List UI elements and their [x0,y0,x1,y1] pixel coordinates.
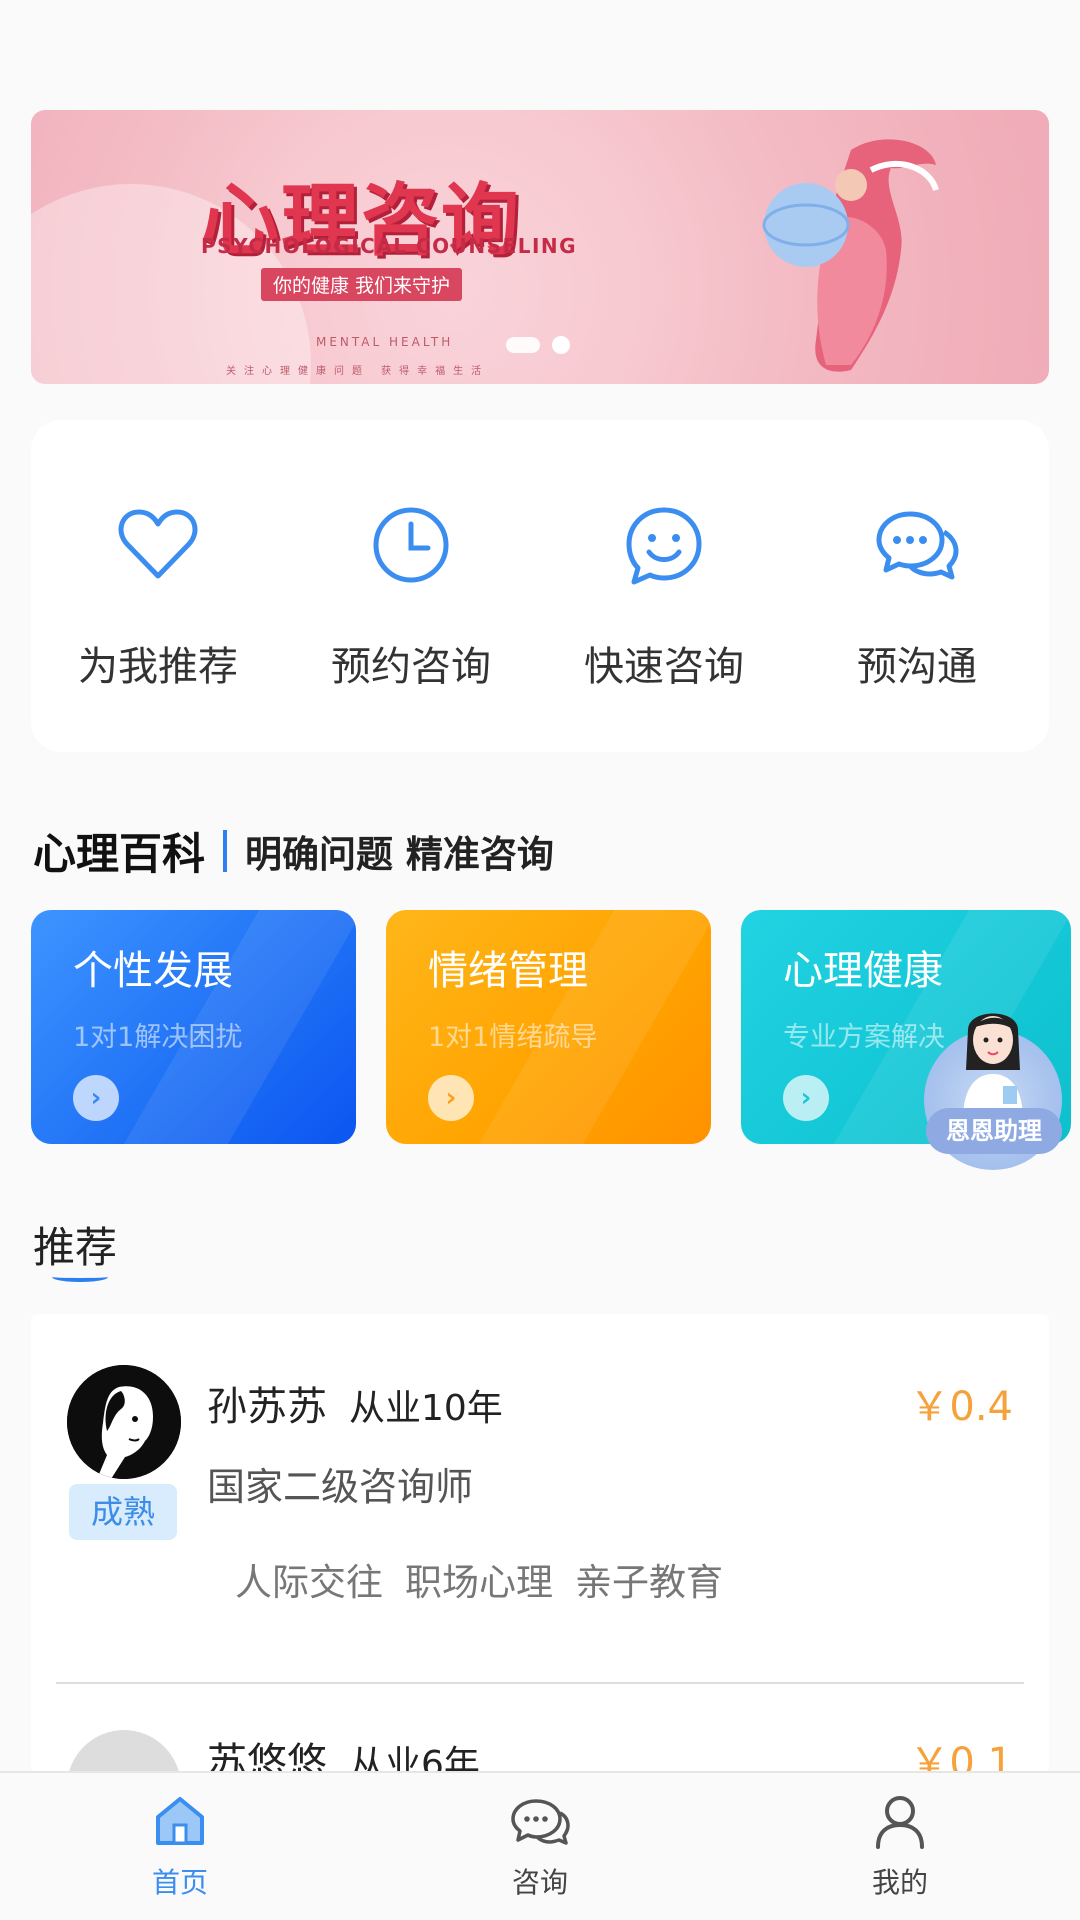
tag: 亲子教育 [575,1561,723,1604]
recommend-title: 推荐 [33,1223,118,1272]
chevron-right-icon[interactable]: › [73,1075,119,1121]
banner-dot[interactable] [552,336,570,354]
nav-home[interactable]: 首页 [120,1791,240,1901]
chevron-right-icon[interactable]: › [428,1075,474,1121]
banner-small-text: MENTAL HEALTH [316,335,454,349]
banner-tagline: 你的健康 我们来守护 [261,268,463,301]
quick-item-label: 预沟通 [857,644,977,690]
quick-item-appointment[interactable]: 预约咨询 [291,500,531,692]
nav-label: 我的 [871,1866,928,1899]
recommend-list: 成熟 孙苏苏 从业10年 ￥0.4 国家二级咨询师 人际交往 职场心理 亲子教育 … [31,1314,1049,1844]
quick-menu: 为我推荐 预约咨询 快速咨询 预沟通 [31,420,1049,752]
counselor-tags: 人际交往 职场心理 亲子教育 [235,1552,723,1606]
level-badge: 成熟 [69,1484,177,1540]
assistant-avatar-icon [963,1013,1023,1120]
counselor-name-row: 孙苏苏 从业10年 [207,1374,503,1432]
category-desc: 1对1解决困扰 [73,1022,243,1053]
chat-bubbles-icon [876,511,959,580]
nav-label: 首页 [151,1866,208,1899]
tag: 人际交往 [235,1561,383,1604]
bottom-nav: 首页 咨询 我的 [0,1771,1080,1920]
quick-item-pre-communication[interactable]: 预沟通 [797,500,1037,692]
banner-subtitle: PSYCHOLOGICAL COUNSELING [201,234,578,258]
nav-label: 咨询 [511,1866,568,1899]
counselor-experience: 从业10年 [349,1388,503,1429]
avatar-image [67,1365,181,1479]
user-icon [876,1796,924,1849]
avatar[interactable] [67,1365,181,1479]
encyclopedia-header: 心理百科 明确问题 精准咨询 [33,820,554,882]
clock-icon [373,507,449,583]
nav-consult[interactable]: 咨询 [480,1791,600,1901]
counselor-qualification: 国家二级咨询师 [207,1465,474,1509]
recommend-underline [52,1272,108,1282]
banner-tiny-text: 关注心理健康问题 获得幸福生活 [226,366,490,377]
assistant-float-button[interactable]: 恩恩助理 [918,1000,1068,1175]
category-card-personality[interactable]: 个性发展 1对1解决困扰 › [31,910,356,1144]
quick-item-label: 预约咨询 [331,644,491,690]
tag: 职场心理 [405,1561,553,1604]
banner-indicator [506,336,570,354]
home-icon [156,1797,204,1845]
quick-item-fast-consult[interactable]: 快速咨询 [544,500,784,692]
chevron-right-icon[interactable]: › [783,1075,829,1121]
nav-mine[interactable]: 我的 [840,1791,960,1901]
section-title: 心理百科 [33,830,205,880]
quick-item-recommend[interactable]: 为我推荐 [38,500,278,692]
counselor-name: 孙苏苏 [207,1384,327,1430]
quick-item-label: 快速咨询 [584,644,744,690]
category-card-emotion[interactable]: 情绪管理 1对1情绪疏导 › [386,910,711,1144]
section-subtitle: 明确问题 精准咨询 [245,833,554,876]
section-divider [223,830,227,872]
category-title: 心理健康 [783,948,943,994]
banner-dot-active[interactable] [506,337,540,353]
smiley-chat-icon [626,507,702,585]
heart-icon [118,509,198,579]
category-title: 情绪管理 [428,948,588,994]
banner-carousel[interactable]: 心理咨询 PSYCHOLOGICAL COUNSELING 你的健康 我们来守护… [31,110,1049,384]
list-divider [56,1682,1024,1684]
banner-illustration [762,139,939,372]
quick-item-label: 为我推荐 [78,644,238,690]
chat-icon [511,1799,570,1845]
counselor-price: ￥0.4 [909,1384,1013,1430]
category-desc: 1对1情绪疏导 [428,1022,598,1053]
category-title: 个性发展 [73,948,233,994]
assistant-label: 恩恩助理 [926,1108,1062,1154]
